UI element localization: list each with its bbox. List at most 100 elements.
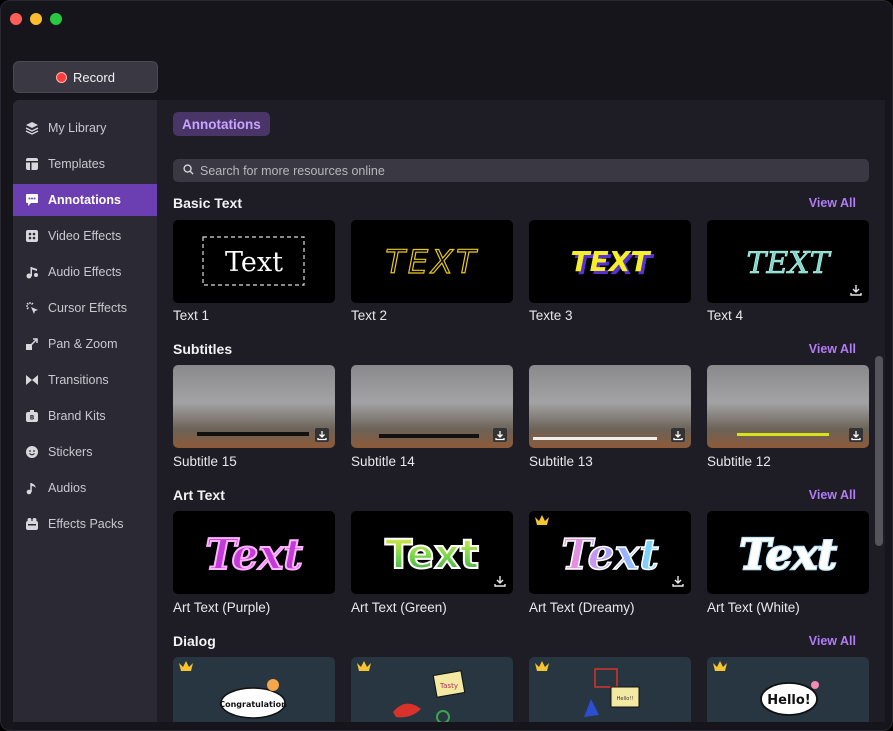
card-label: Subtitle 14	[351, 454, 415, 469]
annotation-icon	[25, 193, 39, 207]
section-title-art-text: Art Text	[173, 487, 225, 503]
search-input[interactable]: Search for more resources online	[173, 159, 869, 182]
subtitle-bar	[533, 437, 657, 440]
card-preview-text: Text	[225, 247, 283, 278]
card-preview-text: Text	[739, 530, 837, 579]
sidebar-item-transitions[interactable]: Transitions	[13, 364, 157, 396]
sidebar-item-label: Annotations	[48, 193, 121, 207]
templates-icon	[25, 157, 39, 171]
card-art-text-white[interactable]: Text Text	[707, 511, 869, 594]
sidebar-item-cursor-effects[interactable]: Cursor Effects	[13, 292, 157, 324]
audio-effects-icon	[25, 265, 39, 279]
download-icon[interactable]	[849, 428, 863, 442]
pan-zoom-icon	[25, 337, 39, 351]
card-text-1[interactable]: Text	[173, 220, 335, 303]
section-title-dialog: Dialog	[173, 633, 216, 649]
section-title-subtitles: Subtitles	[173, 341, 233, 357]
card-subtitle-12[interactable]	[707, 365, 869, 448]
sidebar-item-video-effects[interactable]: Video Effects	[13, 220, 157, 252]
sidebar-item-audios[interactable]: Audios	[13, 472, 157, 504]
download-icon[interactable]	[849, 283, 863, 297]
record-dot-icon	[56, 71, 68, 83]
sidebar-item-label: Transitions	[48, 373, 109, 387]
zoom-window-button[interactable]	[50, 13, 62, 25]
card-label: Text 4	[707, 308, 744, 323]
card-preview-text: Tasty	[439, 682, 458, 690]
card-preview-text: Text	[561, 530, 659, 579]
card-preview-text: Text	[385, 532, 479, 578]
card-subtitle-14[interactable]	[351, 365, 513, 448]
download-icon[interactable]	[493, 574, 507, 588]
sidebar-item-my-library[interactable]: My Library	[13, 112, 157, 144]
sidebar-item-label: Cursor Effects	[48, 301, 127, 315]
card-subtitle-15[interactable]	[173, 365, 335, 448]
card-label: Subtitle 12	[707, 454, 771, 469]
premium-crown-icon	[357, 661, 371, 671]
view-all-basic-text[interactable]: View All	[809, 196, 856, 210]
close-window-button[interactable]	[10, 13, 22, 25]
layers-icon	[25, 121, 39, 135]
card-dialog-4[interactable]: Hello!	[707, 657, 869, 722]
sidebar-item-label: Pan & Zoom	[48, 337, 118, 351]
card-dialog-1[interactable]: Congratulation	[173, 657, 335, 722]
view-all-subtitles[interactable]: View All	[809, 342, 856, 356]
search-placeholder: Search for more resources online	[200, 163, 385, 178]
sidebar-item-templates[interactable]: Templates	[13, 148, 157, 180]
sidebar-item-label: Audios	[48, 481, 87, 495]
vertical-scrollbar[interactable]	[875, 356, 883, 546]
minimize-window-button[interactable]	[30, 13, 42, 25]
section-title-basic-text: Basic Text	[173, 195, 242, 211]
card-preview-text: Congratulation	[219, 700, 287, 709]
sidebar-item-label: My Library	[48, 121, 107, 135]
stickers-icon	[25, 445, 39, 459]
card-dialog-3[interactable]: Hello!!	[529, 657, 691, 722]
brand-kits-icon: B	[25, 409, 39, 423]
sidebar-item-label: Templates	[48, 157, 105, 171]
download-icon[interactable]	[671, 574, 685, 588]
tab-annotations[interactable]: Annotations	[173, 112, 270, 136]
card-preview-text: Text	[205, 530, 303, 579]
sidebar-item-effects-packs[interactable]: Effects Packs	[13, 508, 157, 540]
search-icon	[183, 163, 194, 178]
download-icon[interactable]	[315, 428, 329, 442]
premium-crown-icon	[535, 515, 549, 525]
card-art-text-dreamy[interactable]: Text	[529, 511, 691, 594]
main-panel: Annotations Search for more resources on…	[157, 100, 885, 722]
download-icon[interactable]	[493, 428, 507, 442]
sidebar-item-brand-kits[interactable]: B Brand Kits	[13, 400, 157, 432]
transitions-icon	[25, 373, 39, 387]
sidebar-item-annotations[interactable]: Annotations	[13, 184, 157, 216]
sidebar-item-stickers[interactable]: Stickers	[13, 436, 157, 468]
card-preview-text: TEXT	[385, 243, 478, 281]
card-texte-3[interactable]: TEXT TEXT	[529, 220, 691, 303]
record-button[interactable]: Record	[13, 61, 158, 93]
view-all-dialog[interactable]: View All	[809, 634, 856, 648]
audios-icon	[25, 481, 39, 495]
card-label: Subtitle 15	[173, 454, 237, 469]
card-preview-text: Hello!	[767, 693, 810, 708]
sidebar-item-label: Stickers	[48, 445, 93, 459]
card-dialog-2[interactable]: Tasty	[351, 657, 513, 722]
sidebar-item-audio-effects[interactable]: Audio Effects	[13, 256, 157, 288]
card-label: Art Text (Dreamy)	[529, 600, 635, 615]
subtitle-preview-image	[529, 365, 691, 448]
card-text-4[interactable]: TEXT	[707, 220, 869, 303]
card-label: Art Text (White)	[707, 600, 800, 615]
card-preview-text: Hello!!	[617, 696, 634, 702]
card-text-2[interactable]: TEXT	[351, 220, 513, 303]
premium-crown-icon	[179, 661, 193, 671]
card-subtitle-13[interactable]	[529, 365, 691, 448]
view-all-art-text[interactable]: View All	[809, 488, 856, 502]
premium-crown-icon	[535, 661, 549, 671]
card-art-text-purple[interactable]: Text	[173, 511, 335, 594]
card-art-text-green[interactable]: Text	[351, 511, 513, 594]
card-label: Text 2	[351, 308, 388, 323]
card-preview-text: TEXT	[746, 246, 831, 281]
app-window: Record My Library Templates Annotations …	[0, 0, 893, 731]
cursor-effects-icon	[25, 301, 39, 315]
card-label: Texte 3	[529, 308, 573, 323]
sidebar-item-pan-zoom[interactable]: Pan & Zoom	[13, 328, 157, 360]
download-icon[interactable]	[671, 428, 685, 442]
sidebar-item-label: Effects Packs	[48, 517, 124, 531]
card-label: Art Text (Green)	[351, 600, 447, 615]
